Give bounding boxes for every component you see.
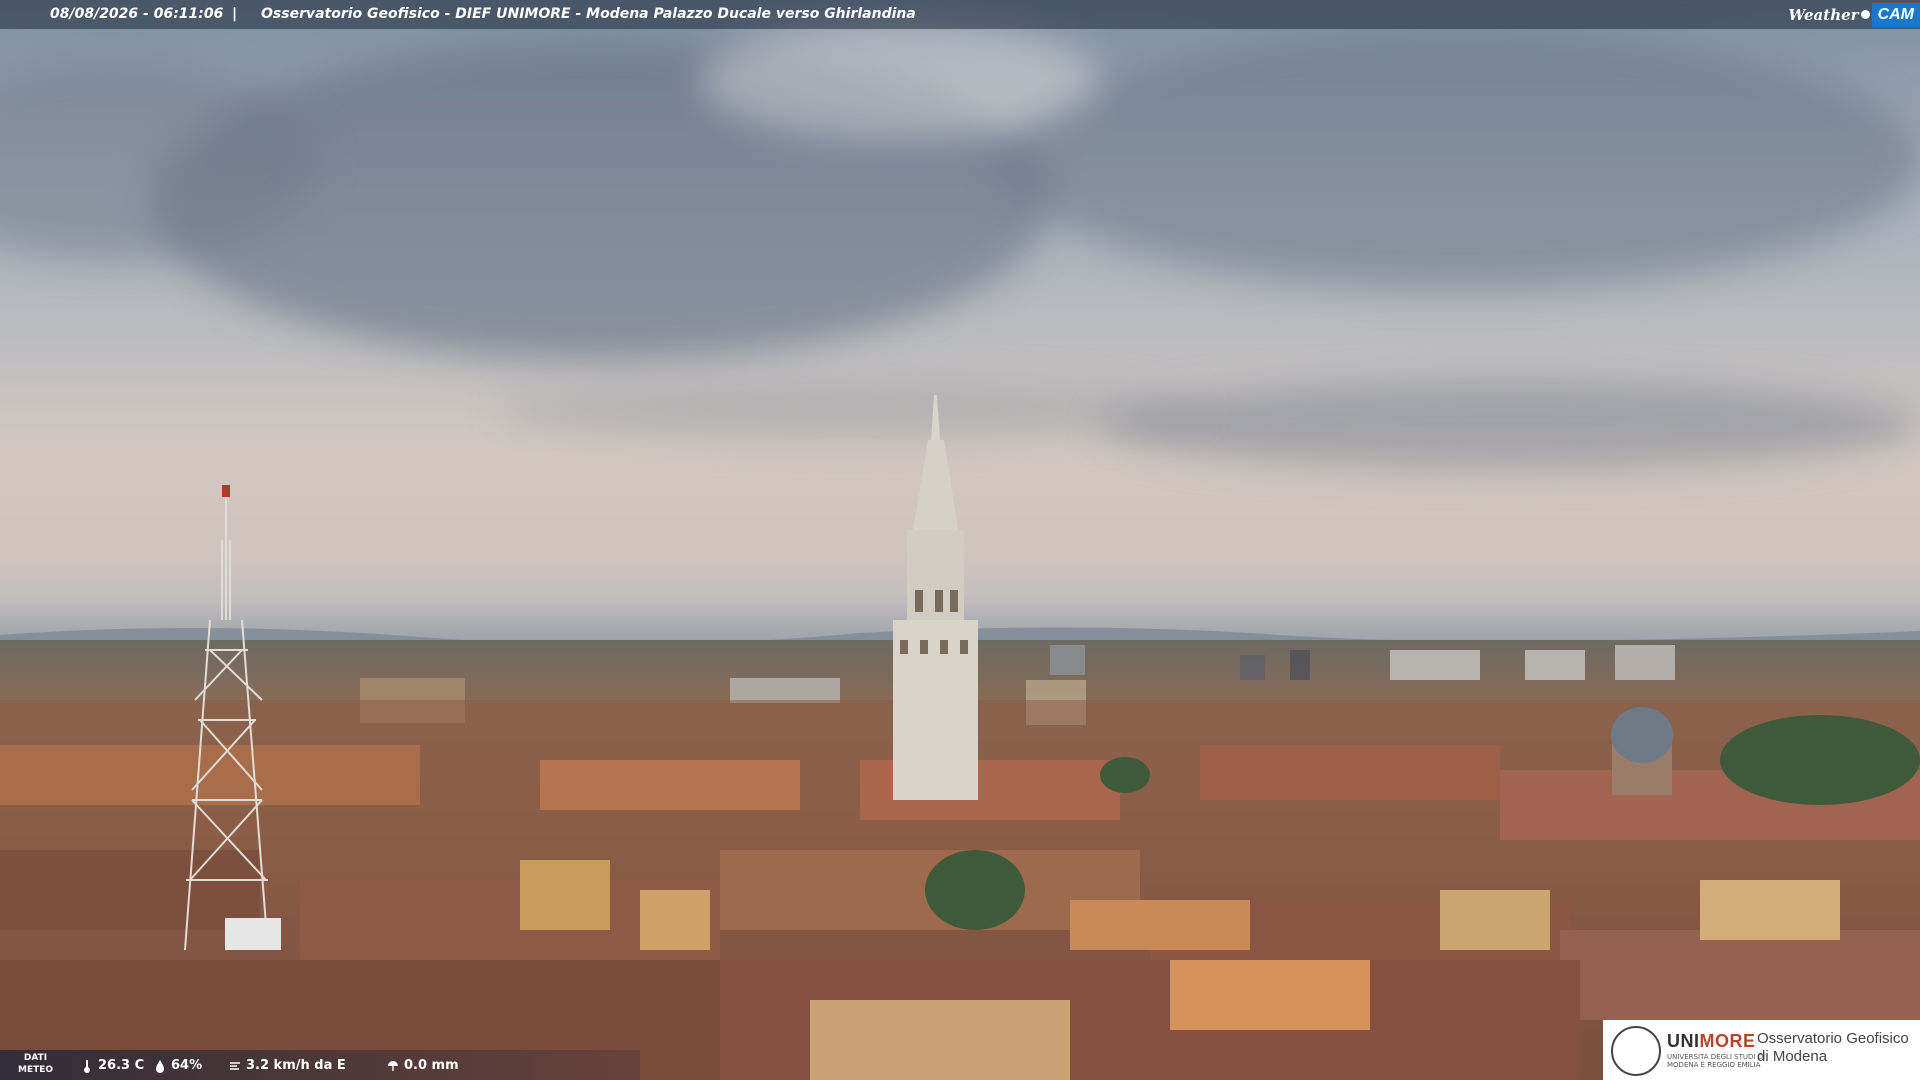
unimore-logo: UNIMORE UNIVERSITÀ DEGLI STUDI DI MODENA… — [1603, 1020, 1920, 1080]
antenna-tip — [222, 485, 230, 497]
meteo-label-line2: METEO — [18, 1065, 54, 1075]
unimore-subtitle-line1: UNIVERSITÀ DEGLI STUDI DI — [1667, 1053, 1766, 1061]
temperature-value: 26.3 C — [98, 1058, 145, 1073]
meteo-label: DATI METEO — [18, 1052, 53, 1076]
thermometer-icon — [84, 1059, 90, 1073]
camera-title: Osservatorio Geofisico - DIEF UNIMORE - … — [261, 6, 916, 22]
rooftop-unit — [225, 918, 281, 950]
weather-data-bar: DATI METEO 26.3 C 64% 3.2 km/h da E 0.0 … — [0, 1050, 640, 1080]
rain-icon — [388, 1060, 398, 1071]
wind-reading: 3.2 km/h da E — [228, 1058, 346, 1073]
university-seal-icon — [1611, 1026, 1661, 1076]
meteo-label-line1: DATI — [23, 1053, 48, 1063]
humidity-reading: 64% — [153, 1058, 202, 1073]
brand-cam: CAM — [1871, 2, 1920, 27]
info-bar: 08/08/2026 - 06:11:06 | Osservatorio Geo… — [0, 0, 1920, 29]
rain-value: 0.0 mm — [404, 1058, 459, 1073]
brand-dot-icon — [1860, 10, 1870, 19]
observatory-name: Osservatorio Geofisico di Modena — [1757, 1030, 1909, 1066]
ghirlandina-tower — [893, 395, 978, 800]
unimore-subtitle: UNIVERSITÀ DEGLI STUDI DI MODENA E REGGI… — [1667, 1053, 1765, 1069]
church-dome — [1611, 707, 1673, 795]
brand-weather: Weather — [1788, 5, 1859, 24]
wind-value: 3.2 km/h da E — [246, 1058, 346, 1073]
unimore-wordmark: UNIMORE — [1667, 1031, 1756, 1052]
unimore-prefix: UNI — [1667, 1031, 1700, 1051]
humidity-value: 64% — [171, 1058, 203, 1073]
observatory-line2: di Modena — [1757, 1048, 1828, 1065]
unimore-subtitle-line2: MODENA E REGGIO EMILIA — [1667, 1061, 1761, 1069]
observatory-line1: Osservatorio Geofisico — [1757, 1030, 1909, 1047]
cityscape-drawing — [0, 395, 1920, 1080]
temperature-reading: 26.3 C — [80, 1058, 144, 1073]
separator: | — [232, 6, 238, 22]
unimore-suffix: MORE — [1699, 1031, 1756, 1051]
weathercam-logo: Weather CAM — [1788, 0, 1920, 29]
timestamp: 08/08/2026 - 06:11:06 — [50, 6, 224, 22]
webcam-image — [0, 0, 1920, 1080]
wind-icon — [230, 1061, 240, 1070]
rain-reading: 0.0 mm — [386, 1058, 459, 1073]
humidity-drop-icon — [156, 1059, 164, 1073]
